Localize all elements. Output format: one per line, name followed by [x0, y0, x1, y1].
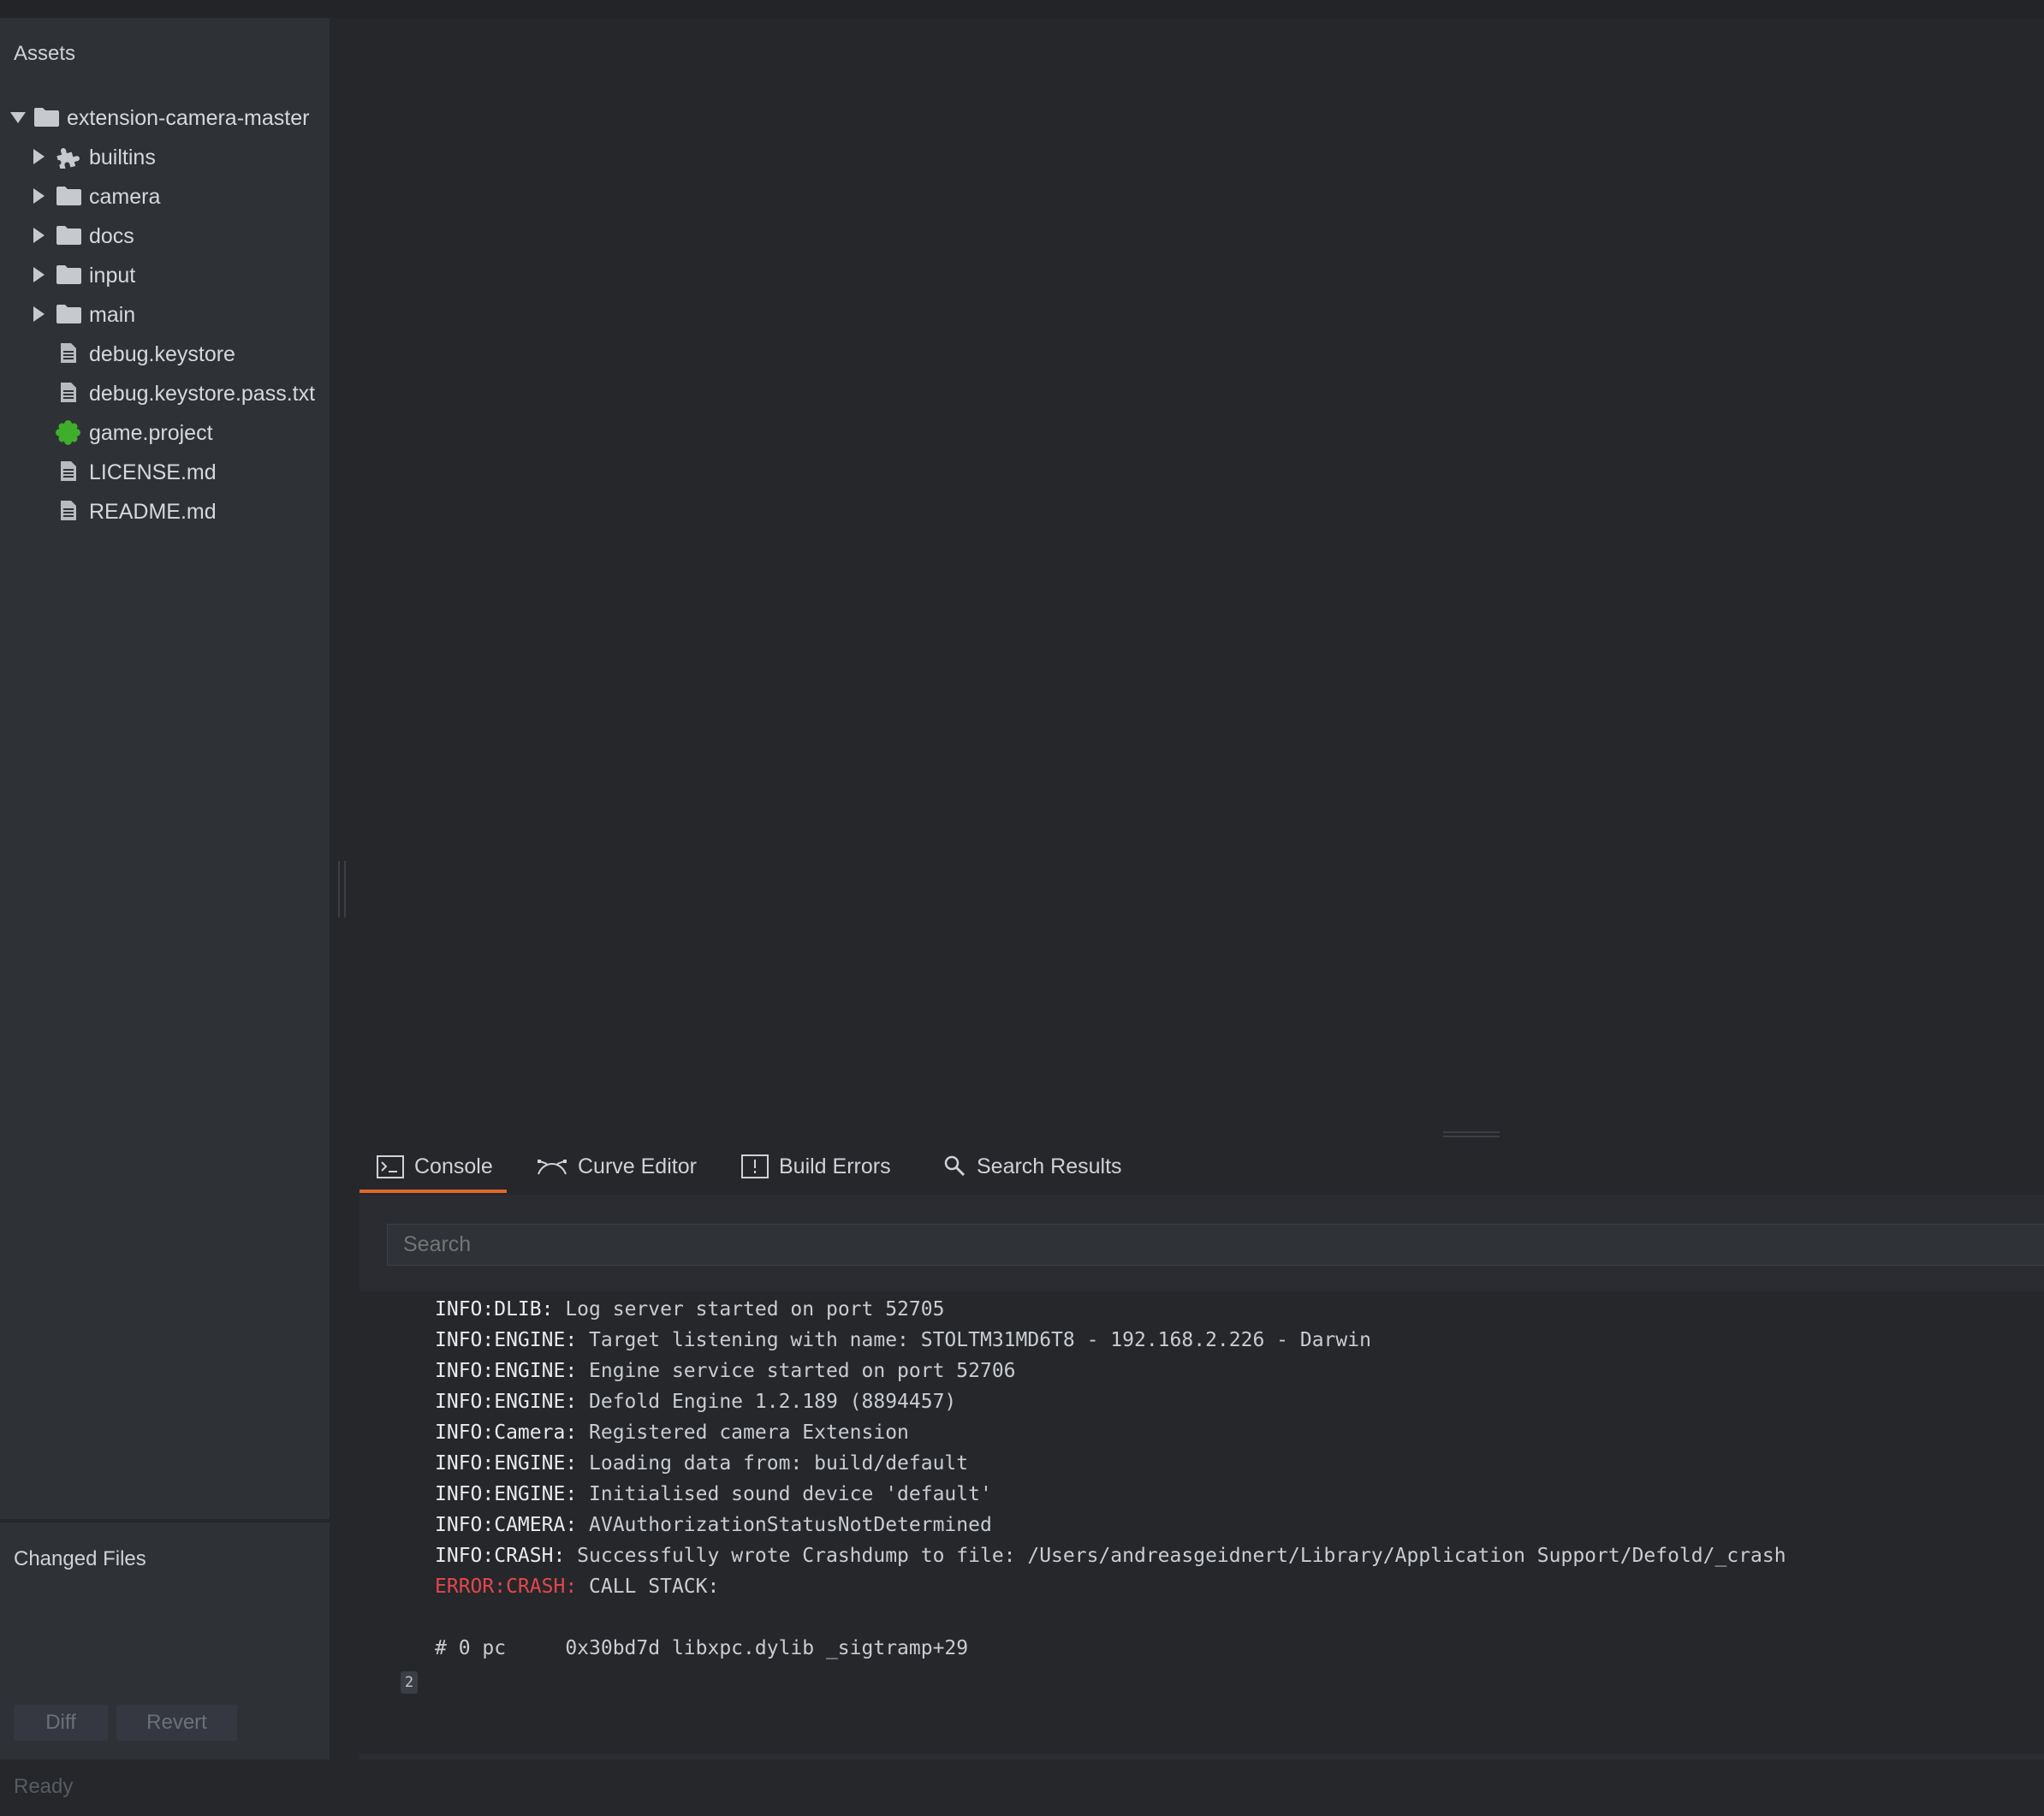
log-line: # 0 pc 0x30bd7d libxpc.dylib _sigtramp+2… [435, 1637, 969, 1659]
folder-icon [56, 187, 81, 205]
chevron-right-icon[interactable] [33, 267, 45, 282]
puzzle-icon [56, 148, 80, 169]
log-line: INFO:ENGINE: Loading data from: build/de… [435, 1452, 969, 1475]
horizontal-splitter-grip-icon[interactable] [1443, 1131, 1500, 1138]
status-text: Ready [14, 1775, 74, 1798]
warning-box-icon [741, 1154, 769, 1178]
chevron-right-icon[interactable] [33, 306, 45, 322]
log-line-error: ERROR:CRASH: CALL STACK: [435, 1576, 720, 1598]
chevron-right-icon[interactable] [33, 228, 45, 243]
tree-item-label: docs [89, 224, 134, 248]
revert-button[interactable]: Revert [116, 1705, 237, 1741]
bottom-tab-bar: Console Curve Editor Build Errors Search… [359, 1138, 2044, 1195]
chevron-right-icon[interactable] [33, 188, 45, 204]
folder-icon [56, 305, 81, 323]
tab-label: Curve Editor [578, 1154, 697, 1178]
folder-icon [56, 226, 81, 245]
tree-item-docs[interactable]: docs [0, 216, 330, 255]
changed-files-title: Changed Files [14, 1547, 146, 1570]
chevron-down-icon[interactable] [10, 112, 26, 123]
assets-title: Assets [14, 42, 76, 65]
tree-item-label: input [89, 264, 136, 288]
tab-console[interactable]: Console [377, 1138, 493, 1195]
terminal-icon [377, 1154, 404, 1178]
chevron-right-icon[interactable] [33, 149, 45, 164]
log-line: INFO:CAMERA: AVAuthorizationStatusNotDet… [435, 1514, 992, 1536]
log-line: INFO:ENGINE: Target listening with name:… [435, 1329, 1371, 1351]
tree-item-game-project[interactable]: game.project [0, 412, 330, 452]
tab-label: Build Errors [779, 1154, 891, 1178]
log-line: INFO:ENGINE: Engine service started on p… [435, 1360, 1016, 1382]
editor-area[interactable] [359, 18, 2044, 1131]
title-strip [0, 0, 2044, 18]
tree-item-label: README.md [89, 500, 217, 524]
tree-item-label: main [89, 303, 136, 327]
tab-curve-editor[interactable]: Curve Editor [537, 1138, 697, 1195]
tree-item-label: game.project [89, 421, 213, 445]
tree-item-main[interactable]: main [0, 294, 330, 334]
tree-item-camera[interactable]: camera [0, 176, 330, 216]
tree-item-label: LICENSE.md [89, 460, 217, 484]
status-bar: Ready [0, 1760, 2044, 1816]
tree-item-builtins[interactable]: builtins [0, 137, 330, 176]
repeat-count-badge: 2 [401, 1671, 418, 1694]
active-tab-indicator [359, 1190, 507, 1193]
pane-divider[interactable] [0, 1519, 330, 1522]
tree-item-label: builtins [89, 145, 156, 169]
tab-label: Console [414, 1154, 493, 1178]
curve-icon [538, 1160, 567, 1175]
log-line: INFO:ENGINE: Initialised sound device 'd… [435, 1483, 992, 1505]
tree-item-label: debug.keystore.pass.txt [89, 382, 316, 406]
log-line: INFO:DLIB: Log server started on port 52… [435, 1298, 945, 1320]
tree-item-label: debug.keystore [89, 342, 235, 366]
file-icon [61, 343, 76, 363]
search-icon [944, 1155, 966, 1177]
tree-item-label: extension-camera-master [67, 106, 310, 130]
assets-pane: Assets extension-camera-master builtins … [0, 18, 330, 1760]
log-line: INFO:Camera: Registered camera Extension [435, 1421, 909, 1444]
file-icon [61, 461, 76, 481]
splitter-grip-icon[interactable] [338, 861, 348, 917]
tree-item-input[interactable]: input [0, 255, 330, 294]
console-search-input[interactable] [387, 1224, 2044, 1266]
tree-item-label: camera [89, 185, 161, 209]
log-line: INFO:CRASH: Successfully wrote Crashdump… [435, 1545, 1786, 1567]
console-panel: INFO:DLIB: Log server started on port 52… [359, 1195, 2044, 1760]
game-project-icon [56, 420, 80, 445]
tab-search-results[interactable]: Search Results [944, 1138, 1122, 1195]
log-line: INFO:ENGINE: Defold Engine 1.2.189 (8894… [435, 1391, 957, 1413]
tree-item-debug-keystore[interactable]: debug.keystore [0, 334, 330, 373]
file-icon [61, 501, 76, 520]
folder-icon [34, 108, 59, 127]
file-icon [61, 383, 76, 402]
folder-icon [56, 265, 81, 284]
tab-label: Search Results [977, 1154, 1122, 1178]
asset-tree: extension-camera-master builtins camera … [0, 98, 330, 531]
tree-item-readme[interactable]: README.md [0, 491, 330, 531]
console-log[interactable]: INFO:DLIB: Log server started on port 52… [359, 1291, 2044, 1754]
tree-item-extension-camera-master[interactable]: extension-camera-master [0, 98, 330, 137]
tab-build-errors[interactable]: Build Errors [741, 1138, 891, 1195]
tree-item-license[interactable]: LICENSE.md [0, 452, 330, 491]
diff-button[interactable]: Diff [14, 1705, 108, 1741]
tree-item-debug-keystore-pass[interactable]: debug.keystore.pass.txt [0, 373, 330, 412]
